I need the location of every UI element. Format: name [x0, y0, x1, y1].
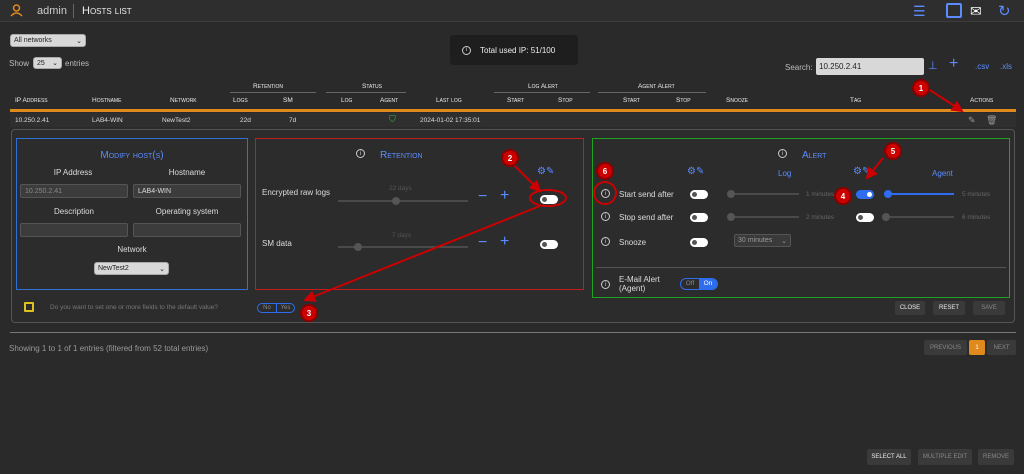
annotation-marker-5: 5	[884, 142, 902, 160]
annotation-marker-4: 4	[834, 187, 852, 205]
annotation-arrows	[303, 89, 964, 302]
annotation-marker-2: 2	[501, 149, 519, 167]
annotation-marker-6: 6	[596, 162, 614, 180]
annotation-marker-1: 1	[912, 79, 930, 97]
annotation-marker-3: 3	[300, 304, 318, 322]
